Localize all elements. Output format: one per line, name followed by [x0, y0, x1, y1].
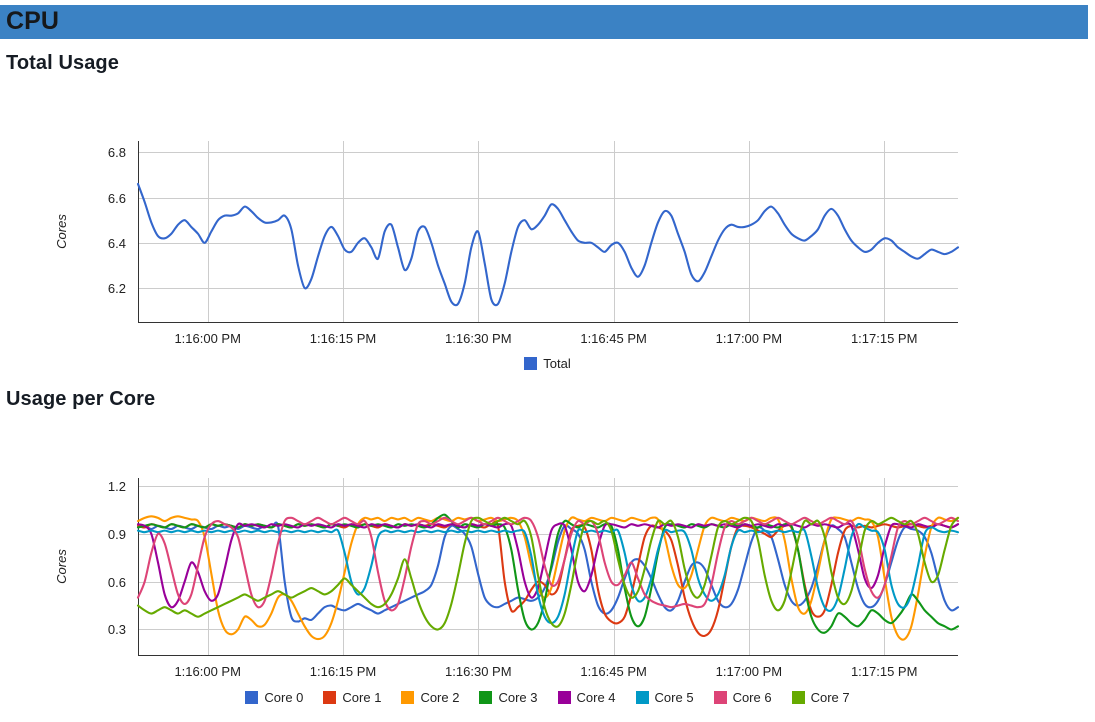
total-usage-plot: 6.2 6.4 6.6 6.8 Cores 1:16:00 PM 1:16:15 PM 1:1… — [54, 141, 960, 346]
x-tick-label: 1:16:45 PM — [580, 331, 647, 346]
y-tick-label: 6.6 — [108, 191, 126, 206]
legend-item-core-0[interactable]: Core 0 — [245, 691, 303, 704]
legend-item-core-7[interactable]: Core 7 — [791, 690, 850, 705]
y-tick-label: 1.2 — [108, 479, 126, 494]
x-tick-label: 1:16:15 PM — [310, 331, 377, 346]
legend-swatch-icon — [401, 691, 415, 704]
legend-swatch-icon — [791, 691, 805, 704]
legend-label: Core 3 — [498, 690, 538, 705]
x-tick-label: 1:16:30 PM — [445, 331, 512, 346]
x-tick-label: 1:16:00 PM — [174, 331, 241, 346]
x-tick-label: 1:17:15 PM — [851, 664, 918, 679]
legend-swatch-icon — [635, 691, 649, 704]
y-tick-label: 0.6 — [108, 575, 126, 590]
legend-item-core-4[interactable]: Core 4 — [557, 690, 616, 705]
x-tick-label: 1:16:45 PM — [580, 664, 647, 679]
legend-label: Core 0 — [264, 690, 304, 705]
legend-label: Core 5 — [654, 690, 694, 705]
y-tick-label: 0.9 — [108, 527, 126, 542]
legend-item-core-3[interactable]: Core 3 — [479, 690, 538, 705]
x-tick-label: 1:17:15 PM — [851, 331, 918, 346]
page-title: CPU — [6, 6, 60, 35]
usage-per-core-plot: 0.3 0.6 0.9 1.2 Cores 1:16:00 PM 1:16:15 PM 1:1… — [54, 478, 960, 679]
y-axis-title: Cores — [54, 549, 69, 584]
total-usage-legend: Total — [0, 357, 1095, 370]
y-tick-label: 6.4 — [108, 236, 126, 251]
legend-swatch-icon — [713, 691, 727, 704]
usage-per-core-chart: 0.3 0.6 0.9 1.2 Cores 1:16:00 PM 1:16:15 PM 1:1… — [0, 432, 1095, 722]
y-axis-title: Cores — [54, 214, 69, 249]
series-line-total — [136, 182, 960, 307]
x-tick-label: 1:16:00 PM — [174, 664, 241, 679]
page-header: CPU — [0, 5, 1088, 39]
legend-label: Core 2 — [420, 690, 460, 705]
legend-label: Total — [543, 356, 571, 371]
legend-swatch-icon — [245, 691, 259, 704]
legend-label: Core 7 — [810, 690, 850, 705]
section-title-total-usage: Total Usage — [6, 52, 119, 74]
legend-item-core-5[interactable]: Core 5 — [635, 690, 694, 705]
x-tick-label: 1:16:30 PM — [445, 664, 512, 679]
x-tick-label: 1:17:00 PM — [716, 664, 783, 679]
y-tick-label: 6.8 — [108, 145, 126, 160]
y-tick-label: 0.3 — [108, 622, 126, 637]
x-tick-label: 1:17:00 PM — [716, 331, 783, 346]
legend-item-core-2[interactable]: Core 2 — [401, 691, 459, 704]
legend-swatch-icon — [557, 691, 571, 704]
x-tick-label: 1:16:15 PM — [310, 664, 377, 679]
section-title-usage-per-core: Usage per Core — [6, 388, 156, 410]
legend-item-total[interactable]: Total — [524, 356, 571, 371]
total-usage-chart: 6.2 6.4 6.6 6.8 Cores 1:16:00 PM 1:16:15 PM 1:1… — [0, 100, 1095, 380]
legend-swatch-icon — [323, 691, 337, 704]
legend-item-core-1[interactable]: Core 1 — [323, 691, 381, 704]
y-tick-label: 6.2 — [108, 281, 126, 296]
legend-item-core-6[interactable]: Core 6 — [713, 690, 772, 705]
legend-swatch-icon — [524, 357, 538, 370]
legend-swatch-icon — [479, 691, 493, 704]
usage-per-core-legend: Core 0 Core 1 Core 2 Core 3 Core 4 Core 5 Core… — [0, 691, 1095, 704]
legend-label: Core 6 — [732, 690, 772, 705]
legend-label: Core 4 — [576, 690, 616, 705]
legend-label: Core 1 — [342, 690, 382, 705]
